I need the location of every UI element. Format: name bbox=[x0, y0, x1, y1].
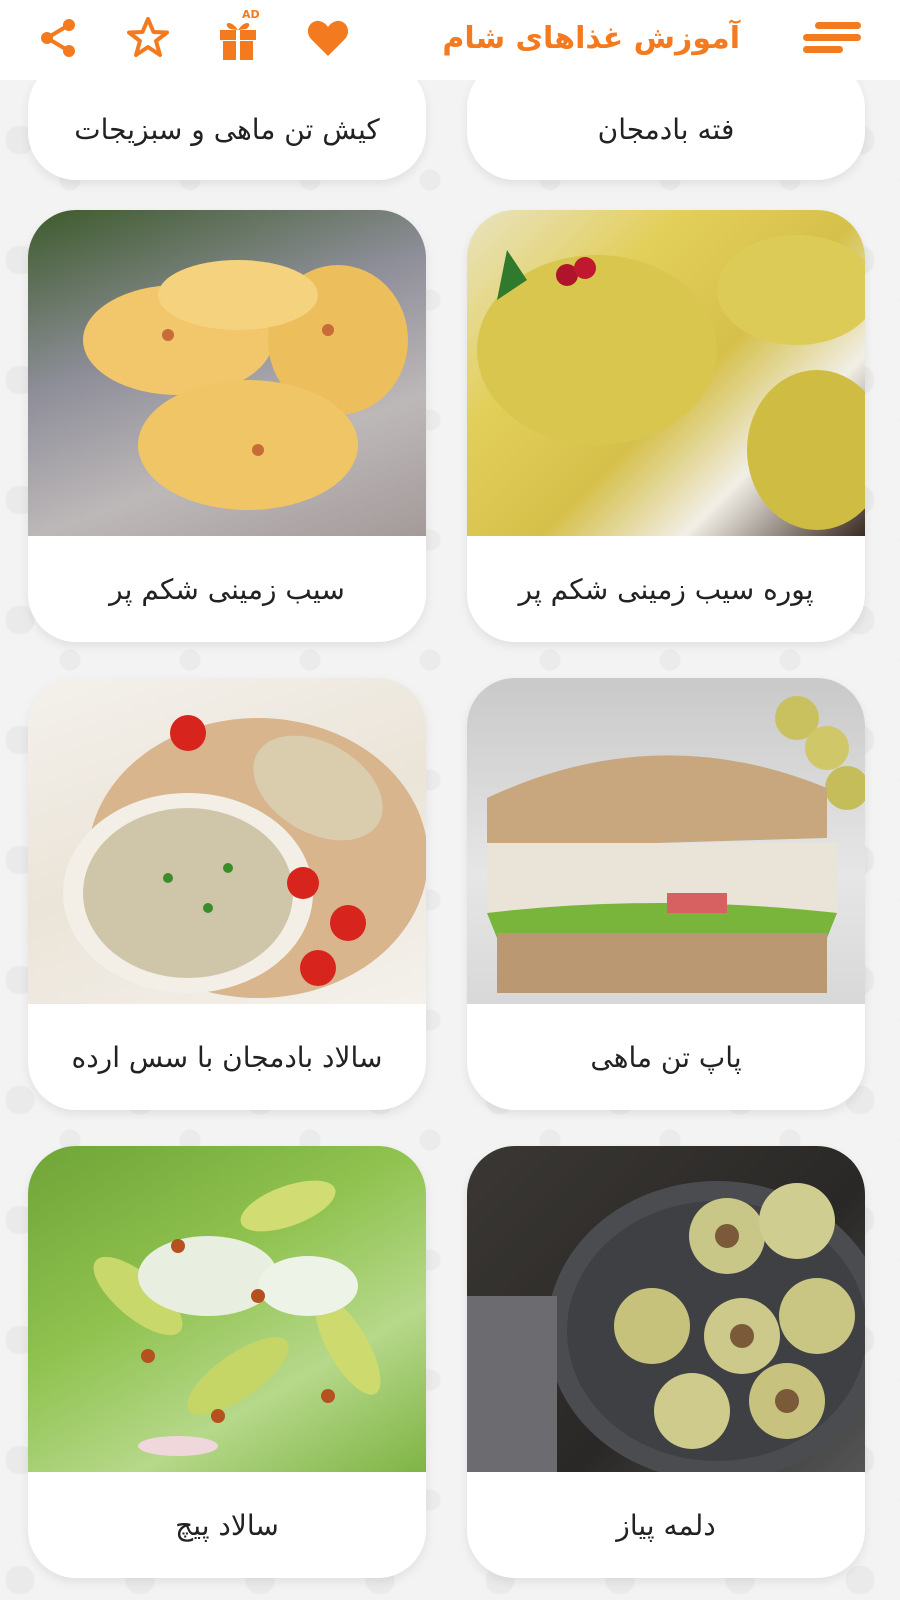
recipe-title: پاپ تن ماهی bbox=[590, 1040, 742, 1074]
recipe-title: سالاد پیچ bbox=[175, 1508, 279, 1542]
recipe-image bbox=[467, 210, 865, 536]
gift-ad-icon[interactable]: AD bbox=[214, 8, 262, 62]
recipe-card[interactable]: پوره سیب زمینی شکم پر bbox=[467, 210, 865, 642]
app-header: AD آموزش غذاهای شام bbox=[0, 0, 900, 80]
recipe-card[interactable]: سیب زمینی شکم پر bbox=[28, 210, 426, 642]
recipe-image bbox=[28, 678, 426, 1004]
recipe-title: دلمه پیاز bbox=[616, 1508, 716, 1542]
recipe-card[interactable]: دلمه پیاز bbox=[467, 1146, 865, 1578]
recipe-card[interactable]: سالاد بادمجان با سس ارده bbox=[28, 678, 426, 1110]
ad-badge: AD bbox=[242, 8, 260, 21]
recipe-card[interactable]: سالاد پیچ bbox=[28, 1146, 426, 1578]
recipe-card[interactable]: پاپ تن ماهی bbox=[467, 678, 865, 1110]
app-title: آموزش غذاهای شام bbox=[442, 20, 740, 56]
heart-icon[interactable] bbox=[304, 14, 352, 62]
menu-icon[interactable] bbox=[800, 14, 866, 62]
star-icon[interactable] bbox=[124, 14, 172, 62]
recipe-image bbox=[467, 1146, 865, 1472]
recipe-title: پوره سیب زمینی شکم پر bbox=[518, 572, 814, 606]
share-icon[interactable] bbox=[34, 14, 82, 62]
recipe-title: سیب زمینی شکم پر bbox=[109, 572, 345, 606]
recipe-image bbox=[28, 1146, 426, 1472]
recipe-title: سالاد بادمجان با سس ارده bbox=[71, 1040, 383, 1074]
recipe-image bbox=[467, 678, 865, 1004]
recipe-image bbox=[28, 210, 426, 536]
